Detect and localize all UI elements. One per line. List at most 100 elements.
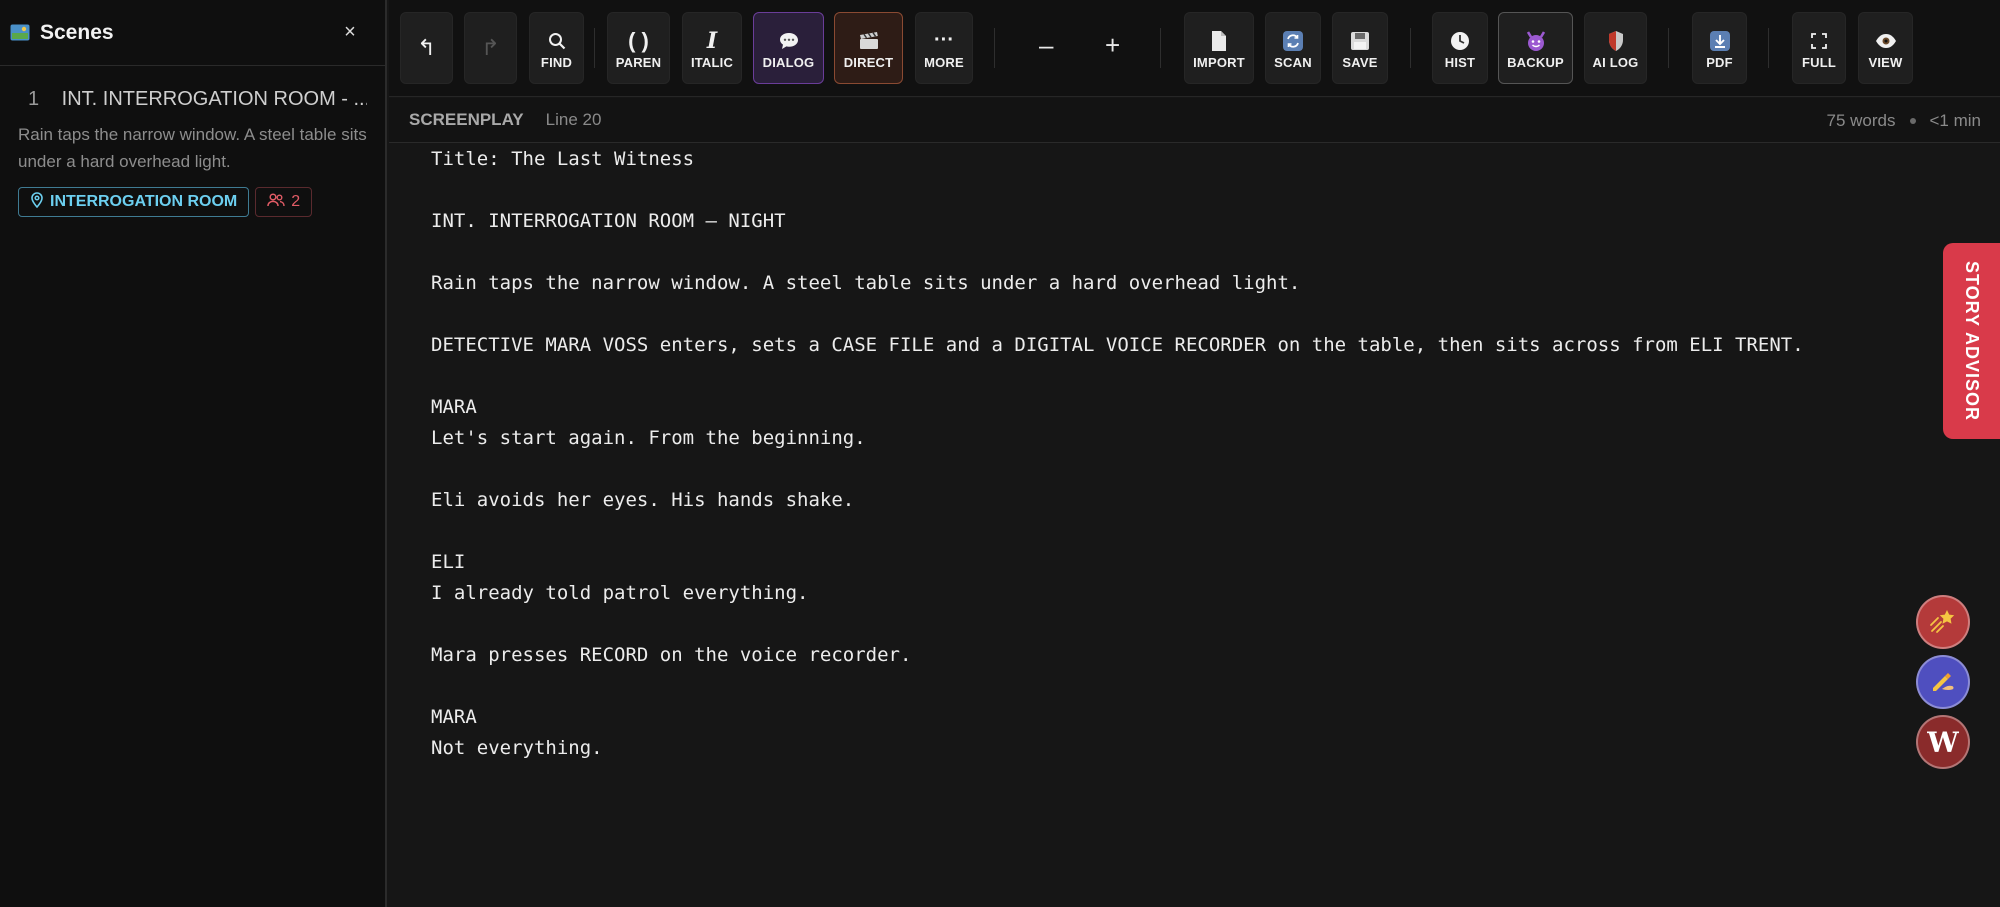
scene-number: 1	[28, 88, 40, 110]
direct-label: DIRECT	[843, 54, 894, 70]
devil-icon	[1525, 27, 1547, 55]
paren-label: PAREN	[615, 54, 662, 70]
toolbar-divider	[994, 28, 995, 68]
backup-button[interactable]: BACKUP	[1498, 12, 1573, 84]
cast-count-tag[interactable]: 2	[255, 187, 313, 217]
script-line: I already told patrol everything.	[431, 582, 809, 604]
shield-icon	[1607, 27, 1625, 55]
redo-icon: ↱	[481, 35, 500, 60]
save-button[interactable]: SAVE	[1332, 12, 1388, 84]
script-line	[431, 361, 1949, 392]
import-button[interactable]: IMPORT	[1184, 12, 1254, 84]
ai-log-button[interactable]: AI LOG	[1584, 12, 1647, 84]
script-line	[431, 175, 1949, 206]
save-label: SAVE	[1342, 54, 1378, 70]
script-line: Let's start again. From the beginning.	[431, 427, 866, 449]
script-line	[431, 454, 1949, 485]
undo-icon: ↰	[417, 35, 436, 60]
backup-label: BACKUP	[1507, 54, 1564, 70]
italic-label: ITALIC	[690, 54, 734, 70]
script-editor[interactable]: Title: The Last Witness INT. INTERROGATI…	[389, 144, 1949, 907]
script-line	[431, 671, 1949, 702]
word-count: 75 words	[1826, 110, 1896, 130]
writing-hand-icon	[1929, 666, 1957, 699]
pdf-button[interactable]: PDF	[1692, 12, 1747, 84]
shooting-star-button[interactable]	[1916, 595, 1970, 649]
map-icon	[10, 24, 30, 41]
find-button[interactable]: FIND	[529, 12, 584, 84]
speech-bubble-icon	[778, 27, 800, 55]
direct-button[interactable]: DIRECT	[834, 12, 903, 84]
wikipedia-button[interactable]: W	[1916, 715, 1970, 769]
script-line: Mara presses RECORD on the voice recorde…	[431, 644, 912, 666]
script-line: ELI	[431, 551, 466, 573]
dialog-label: DIALOG	[762, 54, 815, 70]
status-bar: SCREENPLAY Line 20 75 words <1 min	[389, 98, 2000, 143]
scene-item[interactable]: 1 INT. INTERROGATION ROOM - ... Rain tap…	[0, 66, 385, 217]
stats: 75 words <1 min	[1827, 98, 1981, 143]
script-line	[431, 299, 1949, 330]
search-icon	[548, 27, 566, 55]
undo-button[interactable]: ↰	[400, 12, 453, 84]
fullscreen-icon	[1811, 27, 1827, 55]
script-line: Rain taps the narrow window. A steel tab…	[431, 272, 1301, 294]
scene-heading: INT. INTERROGATION ROOM - ...	[61, 88, 367, 110]
more-label: MORE	[924, 54, 964, 70]
redo-button[interactable]: ↱	[464, 12, 517, 84]
script-line	[431, 609, 1949, 640]
italic-icon: I	[706, 27, 718, 54]
script-line	[431, 237, 1949, 268]
script-line: Title: The Last Witness	[431, 148, 695, 170]
script-line: DETECTIVE MARA VOSS enters, sets a CASE …	[431, 334, 1804, 356]
line-indicator: Line 20	[545, 110, 602, 129]
scenes-sidebar: Scenes × 1 INT. INTERROGATION ROOM - ...…	[0, 0, 387, 907]
document-icon	[1210, 27, 1228, 55]
view-label: VIEW	[1868, 54, 1903, 70]
view-button[interactable]: VIEW	[1858, 12, 1913, 84]
script-line: MARA	[431, 396, 477, 418]
toolbar: ↰ ↱ FIND ( ) PAREN I ITALIC DIALOG DIREC…	[389, 0, 2000, 97]
scan-label: SCAN	[1274, 54, 1312, 70]
script-line: Not everything.	[431, 737, 603, 759]
story-advisor-label: STORY ADVISOR	[1962, 260, 1982, 422]
scene-heading-row: 1 INT. INTERROGATION ROOM - ...	[18, 88, 367, 111]
scene-tags: INTERROGATION ROOM 2	[18, 187, 367, 217]
script-line: INT. INTERROGATION ROOM – NIGHT	[431, 210, 786, 232]
scene-description: Rain taps the narrow window. A steel tab…	[18, 125, 367, 171]
sidebar-title: Scenes	[40, 20, 114, 44]
toolbar-divider	[1768, 28, 1769, 68]
more-button[interactable]: ··· MORE	[915, 12, 973, 84]
more-icon: ···	[934, 29, 954, 51]
fullscreen-button[interactable]: FULL	[1792, 12, 1846, 84]
refresh-icon	[1282, 27, 1304, 55]
download-icon	[1709, 27, 1731, 55]
story-advisor-tab[interactable]: STORY ADVISOR	[1943, 243, 2000, 439]
ai-log-label: AI LOG	[1592, 54, 1639, 70]
read-time: <1 min	[1929, 110, 1982, 130]
close-icon[interactable]: ×	[339, 21, 361, 44]
dialog-button[interactable]: DIALOG	[753, 12, 824, 84]
sidebar-header: Scenes ×	[0, 0, 385, 66]
eye-icon	[1875, 27, 1897, 55]
find-label: FIND	[540, 54, 573, 70]
toolbar-divider	[1668, 28, 1669, 68]
location-tag[interactable]: INTERROGATION ROOM	[18, 187, 250, 217]
script-line: Eli avoids her eyes. His hands shake.	[431, 489, 855, 511]
toolbar-divider	[594, 28, 595, 68]
pdf-label: PDF	[1706, 54, 1733, 70]
shooting-star-icon	[1929, 606, 1957, 639]
clapperboard-icon	[858, 27, 880, 55]
scan-button[interactable]: SCAN	[1265, 12, 1321, 84]
italic-button[interactable]: I ITALIC	[682, 12, 742, 84]
history-button[interactable]: HIST	[1432, 12, 1488, 84]
script-line	[431, 516, 1949, 547]
parentheses-icon: ( )	[628, 27, 649, 53]
zoom-out-button[interactable]: –	[1039, 30, 1053, 61]
cast-count: 2	[291, 193, 301, 210]
writing-hand-button[interactable]	[1916, 655, 1970, 709]
zoom-in-button[interactable]: +	[1105, 30, 1120, 61]
script-line: MARA	[431, 706, 477, 728]
people-icon	[267, 192, 285, 212]
toolbar-divider	[1160, 28, 1161, 68]
paren-button[interactable]: ( ) PAREN	[607, 12, 670, 84]
